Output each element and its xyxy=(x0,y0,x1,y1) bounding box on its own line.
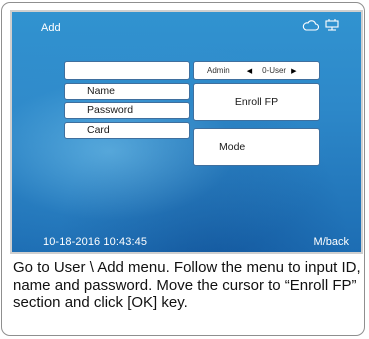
instruction-card: Add Name Password Card Admin ◀ 0-User ▶ … xyxy=(1,2,365,336)
role-admin-label: Admin xyxy=(207,66,230,75)
card-field[interactable]: Card xyxy=(64,122,190,139)
password-field[interactable]: Password xyxy=(64,102,190,119)
name-field[interactable]: Name xyxy=(64,83,190,100)
id-field[interactable] xyxy=(64,61,190,80)
back-hint: M/back xyxy=(313,236,349,248)
screen-title: Add xyxy=(41,22,61,34)
status-icons xyxy=(302,18,339,36)
role-user-label: 0-User xyxy=(262,66,287,75)
role-selector[interactable]: Admin ◀ 0-User ▶ xyxy=(193,61,320,80)
instruction-text: Go to User \ Add menu. Follow the menu t… xyxy=(13,259,361,312)
network-icon xyxy=(325,18,339,36)
datetime: 10-18-2016 10:43:45 xyxy=(43,236,148,248)
enroll-fp-button[interactable]: Enroll FP xyxy=(193,83,320,121)
mode-button[interactable]: Mode xyxy=(193,128,320,166)
cloud-icon xyxy=(302,18,319,36)
chevron-left-icon[interactable]: ◀ xyxy=(247,67,252,75)
device-screen: Add Name Password Card Admin ◀ 0-User ▶ … xyxy=(10,10,363,254)
chevron-right-icon[interactable]: ▶ xyxy=(291,67,296,75)
